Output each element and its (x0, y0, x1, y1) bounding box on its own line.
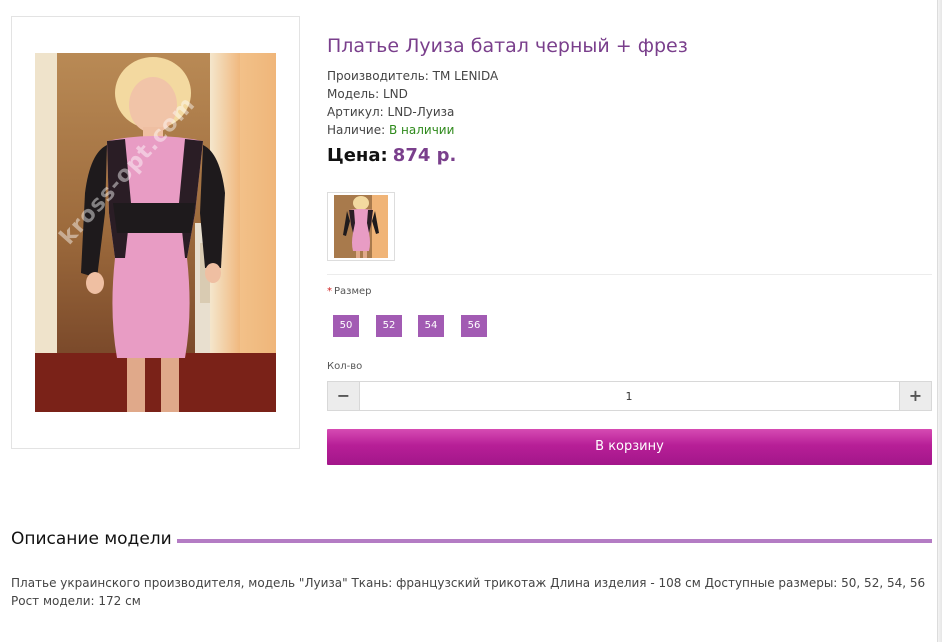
description-text: Платье украинского производителя, модель… (11, 576, 926, 608)
availability-label: Наличие: (327, 123, 386, 137)
price-value: 874 р. (392, 145, 457, 166)
size-label: * Размер (327, 286, 372, 297)
availability-value: В наличии (389, 123, 455, 137)
product-main-image[interactable]: kross-opt.com (35, 53, 276, 412)
price-row: Цена: 874 р. (327, 145, 456, 166)
quantity-stepper: − + (327, 381, 932, 411)
quantity-plus-button[interactable]: + (899, 382, 931, 410)
add-to-cart-button[interactable]: В корзину (327, 429, 932, 465)
product-attributes: Производитель: TM LENIDA Модель: LND Арт… (327, 67, 498, 139)
size-option-50[interactable]: 50 (333, 315, 359, 337)
model-value: LND (383, 87, 408, 101)
quantity-minus-button[interactable]: − (328, 382, 360, 410)
product-title: Платье Луиза батал черный + фрез (327, 35, 688, 57)
required-mark: * (327, 286, 332, 297)
options-divider (327, 274, 932, 275)
plus-icon: + (908, 386, 923, 405)
sku-label: Артикул: (327, 105, 384, 119)
quantity-input[interactable] (360, 382, 898, 410)
description-heading-rule (177, 539, 932, 543)
model-row: Модель: LND (327, 85, 498, 103)
description-heading: Описание модели (11, 529, 172, 549)
manufacturer-row: Производитель: TM LENIDA (327, 67, 498, 85)
manufacturer-value: TM LENIDA (432, 69, 499, 83)
model-label: Модель: (327, 87, 380, 101)
manufacturer-label: Производитель: (327, 69, 429, 83)
page-edge (937, 0, 942, 642)
size-option-52[interactable]: 52 (376, 315, 402, 337)
sku-row: Артикул: LND-Луиза (327, 103, 498, 121)
quantity-label: Кол-во (327, 361, 363, 372)
size-label-text: Размер (334, 286, 372, 297)
availability-row: Наличие: В наличии (327, 121, 498, 139)
product-thumbnail[interactable] (327, 192, 395, 261)
sku-value: LND-Луиза (387, 105, 455, 119)
size-option-54[interactable]: 54 (418, 315, 444, 337)
size-option-56[interactable]: 56 (461, 315, 487, 337)
price-label: Цена: (327, 145, 388, 166)
minus-icon: − (336, 386, 351, 405)
